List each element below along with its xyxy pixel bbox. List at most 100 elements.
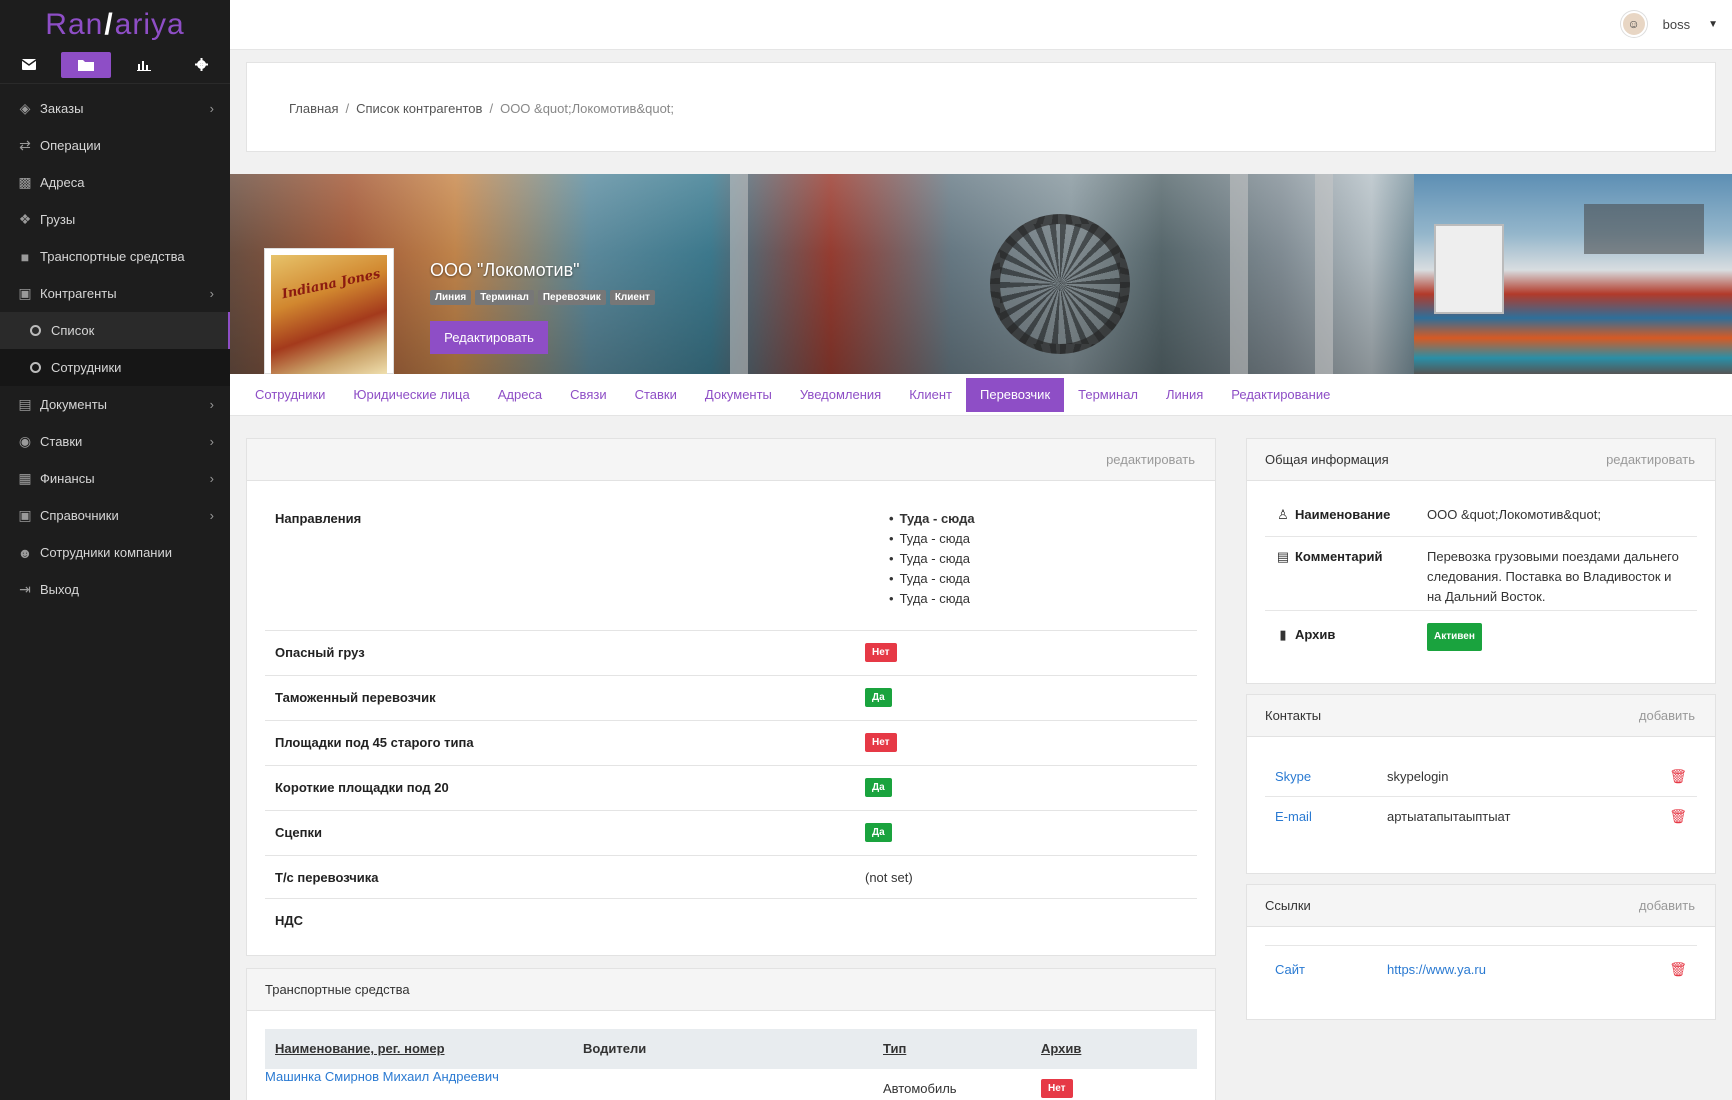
sidebar-item-rates[interactable]: ◉ Ставки › [0, 423, 230, 460]
banner-pole [1230, 174, 1248, 374]
carrier-vehicles-label: Т/с перевозчика [275, 870, 379, 885]
tab-documents[interactable]: Документы [691, 378, 786, 412]
column-name[interactable]: Наименование, рег. номер [275, 1041, 445, 1056]
chart-icon[interactable] [119, 52, 169, 78]
contact-type-link[interactable]: E-mail [1275, 809, 1312, 824]
tab-carrier[interactable]: Перевозчик [966, 377, 1065, 412]
sidebar-item-label: Выход [40, 582, 79, 597]
info-comment-row: ▤ Комментарий Перевозка грузовыми поезда… [1265, 537, 1697, 611]
status-badge: Нет [865, 733, 897, 752]
status-badge: Да [865, 778, 892, 797]
direction-item: Туда - сюда [889, 509, 975, 529]
profile-tabs: Сотрудники Юридические лица Адреса Связи… [230, 374, 1732, 416]
links-panel-title: Ссылки [1265, 898, 1311, 913]
sidebar-item-label: Сотрудники [51, 360, 122, 375]
direction-item: Туда - сюда [889, 529, 975, 549]
file-icon: ▤ [1276, 549, 1290, 564]
folder-icon[interactable] [61, 51, 112, 78]
contact-row: Skype skypelogin 🗑 [1265, 757, 1697, 797]
carrier-edit-link[interactable]: редактировать [1106, 452, 1195, 467]
tab-links[interactable]: Связи [556, 378, 620, 412]
contacts-panel-head: Контакты добавить [1247, 695, 1715, 737]
company-logo: Indiana Jones [264, 248, 394, 375]
sidebar-item-cargo[interactable]: ❖ Грузы [0, 201, 230, 238]
tab-edit[interactable]: Редактирование [1217, 378, 1344, 412]
column-archive[interactable]: Архив [1041, 1041, 1081, 1056]
envelope-icon[interactable] [4, 52, 54, 78]
info-name-row: ♙ Наименование ООО &quot;Локомотив&quot; [1265, 495, 1697, 537]
banner-port-photo [1414, 174, 1732, 374]
status-badge: Да [865, 823, 892, 842]
sidebar-item-label: Транспортные средства [40, 249, 185, 264]
links-add-link[interactable]: добавить [1639, 898, 1695, 913]
contacts-add-link[interactable]: добавить [1639, 708, 1695, 723]
sidebar-item-operations[interactable]: ⇄ Операции [0, 127, 230, 164]
customs-carrier-row: Таможенный перевозчик Да [265, 676, 1197, 721]
vehicle-type: Автомобиль [883, 1081, 957, 1096]
trash-icon[interactable]: 🗑 [1669, 768, 1687, 785]
sidebar-item-logout[interactable]: ⇥ Выход [0, 571, 230, 608]
tab-addresses[interactable]: Адреса [484, 378, 556, 412]
sidebar-item-references[interactable]: ▣ Справочники › [0, 497, 230, 534]
sidebar-item-addresses[interactable]: ▩ Адреса [0, 164, 230, 201]
link-type-link[interactable]: Сайт [1275, 962, 1305, 977]
couplings-label: Сцепки [275, 825, 322, 840]
tab-client[interactable]: Клиент [895, 378, 966, 412]
sidebar-item-label: Контрагенты [40, 286, 117, 301]
carrier-panel: редактировать Направления Туда - сюда Ту… [246, 438, 1216, 956]
logo-text-right: ariya [114, 8, 185, 41]
briefcase-icon: ▣ [18, 285, 32, 301]
user-menu[interactable]: ☺ boss ▼ [1620, 11, 1718, 37]
breadcrumb-list[interactable]: Список контрагентов [356, 101, 482, 116]
trash-icon[interactable]: 🗑 [1669, 961, 1687, 978]
tab-employees[interactable]: Сотрудники [241, 378, 339, 412]
chevron-right-icon: › [209, 434, 214, 449]
status-badge: Нет [865, 643, 897, 662]
vehicle-driver-link[interactable]: Смирнов Михаил Андреевич [325, 1069, 499, 1084]
breadcrumb-panel: Главная / Список контрагентов / ООО &quot;Ло… [246, 62, 1716, 152]
breadcrumb-home[interactable]: Главная [289, 101, 338, 116]
info-edit-link[interactable]: редактировать [1606, 452, 1695, 467]
sidebar: Ran / ariya ◈ Заказы › ⇄ Операции ▩ Адреса ❖ Гр… [0, 0, 230, 1100]
tab-legal-entities[interactable]: Юридические лица [339, 378, 483, 412]
sidebar-item-orders[interactable]: ◈ Заказы › [0, 90, 230, 127]
trash-icon[interactable]: 🗑 [1669, 808, 1687, 825]
cubes-icon: ❖ [18, 211, 32, 227]
layers-icon: ◈ [19, 100, 31, 116]
link-url[interactable]: https://www.ya.ru [1387, 962, 1486, 977]
map-icon: ▩ [18, 174, 32, 190]
sidebar-item-company-staff[interactable]: ☻ Сотрудники компании [0, 534, 230, 571]
gear-icon[interactable] [176, 52, 226, 78]
user-name: boss [1662, 16, 1691, 32]
breadcrumb: Главная / Список контрагентов / ООО &quot;Ло… [289, 101, 674, 116]
tag-carrier: Перевозчик [537, 290, 606, 305]
column-type[interactable]: Тип [883, 1041, 906, 1056]
links-panel-head: Ссылки добавить [1247, 885, 1715, 927]
tab-notifications[interactable]: Уведомления [786, 378, 895, 412]
direction-item: Туда - сюда [889, 589, 975, 609]
sidebar-item-vehicles[interactable]: ■ Транспортные средства [0, 238, 230, 275]
vat-row: НДС [265, 899, 1197, 939]
tab-rates[interactable]: Ставки [621, 378, 691, 412]
banner-crane [1584, 204, 1704, 254]
exchange-icon: ⇄ [19, 137, 31, 153]
logo[interactable]: Ran / ariya [0, 0, 230, 50]
edit-button[interactable]: Редактировать [430, 321, 548, 354]
banner-ship [1434, 224, 1504, 314]
tab-line[interactable]: Линия [1152, 378, 1217, 412]
eye-icon: ◉ [18, 433, 32, 449]
sidebar-item-finance[interactable]: ▦ Финансы › [0, 460, 230, 497]
contact-value: skypelogin [1387, 769, 1449, 784]
archive-icon: ▣ [18, 507, 32, 523]
sidebar-item-list[interactable]: Список [0, 312, 230, 349]
signout-icon: ⇥ [19, 581, 31, 597]
customs-carrier-label: Таможенный перевозчик [275, 690, 436, 705]
sidebar-item-counterparties[interactable]: ▣ Контрагенты › [0, 275, 230, 312]
contact-type-link[interactable]: Skype [1275, 769, 1311, 784]
sidebar-menu: ◈ Заказы › ⇄ Операции ▩ Адреса ❖ Грузы ■ Транс… [0, 84, 230, 608]
tab-terminal[interactable]: Терминал [1064, 378, 1152, 412]
sidebar-item-employees[interactable]: Сотрудники [0, 349, 230, 386]
vehicle-name-link[interactable]: Машинка [265, 1069, 321, 1084]
sidebar-item-documents[interactable]: ▤ Документы › [0, 386, 230, 423]
tag-line: Линия [430, 290, 472, 305]
